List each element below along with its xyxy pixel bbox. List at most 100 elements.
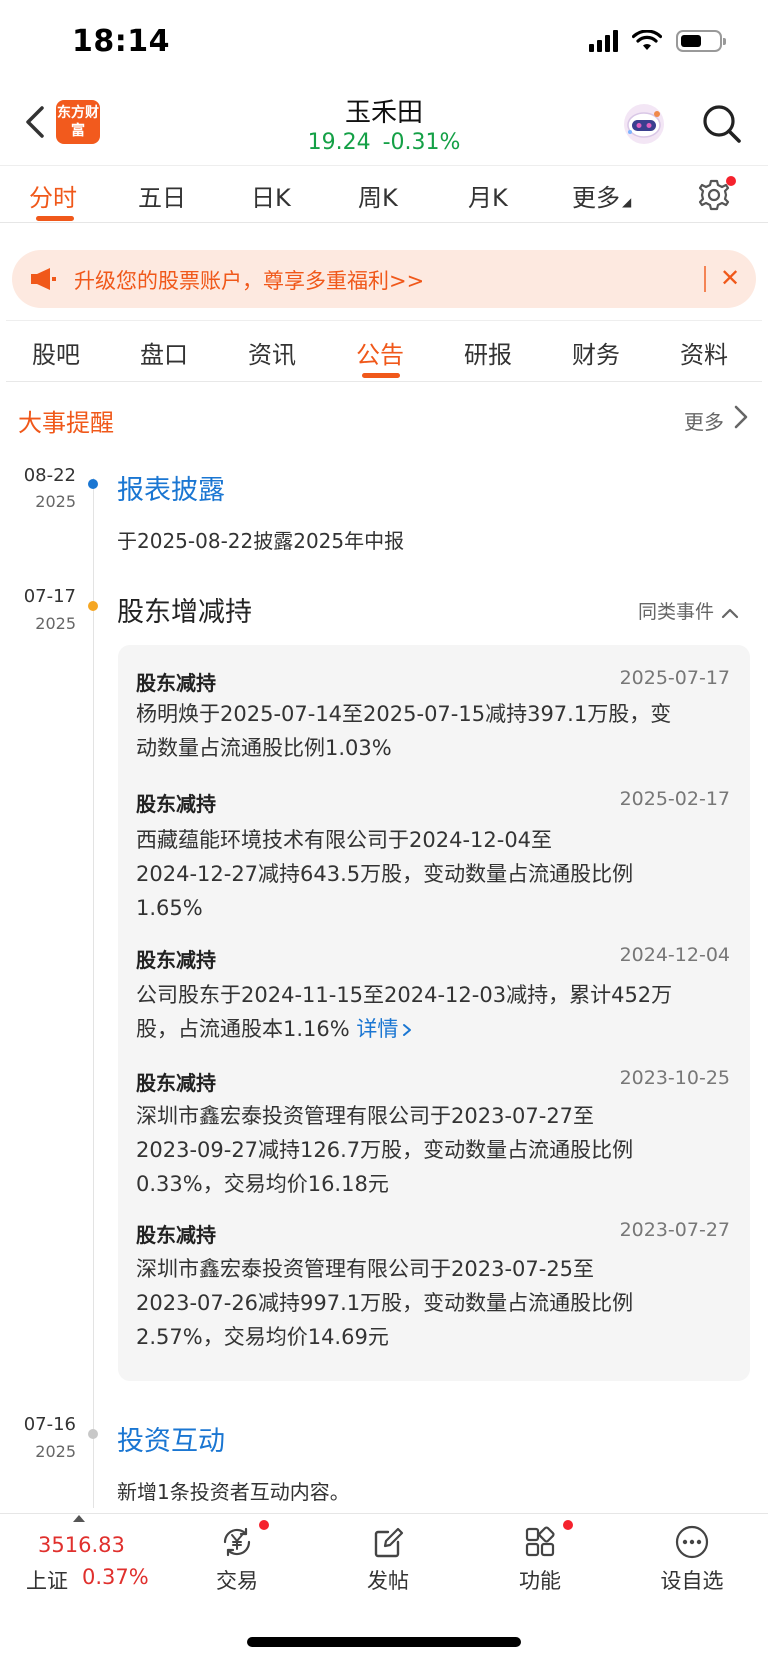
chart-period-tabs: 分时 五日 日K 周K 月K 更多 ◢: [0, 165, 768, 223]
timeline-desc: 于2025-08-22披露2025年中报: [117, 529, 405, 553]
event-text: 深圳市鑫宏泰投资管理有限公司于2023-07-27至 2023-09-27减持1…: [136, 1099, 732, 1201]
more-dots-icon: [675, 1525, 709, 1559]
nav-trade[interactable]: 交易: [182, 1520, 292, 1600]
promo-text: 升级您的股票账户，尊享多重福利>>: [74, 269, 425, 293]
event-line: 深圳市鑫宏泰投资管理有限公司于2023-07-25至: [136, 1257, 595, 1281]
event-line: 股，占流通股本1.16% 详情: [136, 1012, 732, 1046]
events-card: 股东减持 2025-07-17 杨明焕于2025-07-14至2025-07-1…: [118, 645, 750, 1381]
ai-assistant-button[interactable]: [622, 102, 666, 146]
nav-add-watchlist[interactable]: 设自选: [637, 1520, 747, 1600]
chevron-right-icon: [403, 1024, 412, 1036]
event-date: 2023-10-25: [619, 1067, 730, 1089]
details-label: 详情: [356, 1017, 399, 1041]
robot-avatar-icon: [624, 104, 664, 144]
event-date: 2025-07-17: [619, 667, 730, 689]
stock-price: 19.24: [307, 130, 371, 155]
timeline-year: 2025: [35, 614, 76, 633]
timeline-dot: [88, 601, 98, 611]
event-text: 公司股东于2024-11-15至2024-12-03减持，累计452万 股，占流…: [136, 978, 732, 1046]
event-type: 股东减持: [136, 1223, 216, 1247]
tab-research[interactable]: 研报: [464, 335, 512, 370]
promo-banner[interactable]: 升级您的股票账户，尊享多重福利>> ✕: [12, 250, 756, 308]
timeline-dot: [88, 1429, 98, 1439]
event-line: 公司股东于2024-11-15至2024-12-03减持，累计452万: [136, 983, 673, 1007]
event-text: 西藏蕴能环境技术有限公司于2024-12-04至 2024-12-27减持643…: [136, 823, 732, 925]
active-tab-indicator: [36, 216, 74, 221]
tab-daily-k[interactable]: 日K: [251, 178, 291, 213]
wifi-icon: [632, 30, 662, 50]
section-more-link[interactable]: 更多: [684, 406, 724, 435]
timeline-date: 08-22: [23, 465, 76, 486]
tab-news[interactable]: 资讯: [248, 335, 296, 370]
event-line: 动数量占流通股比例1.03%: [136, 736, 392, 760]
nav-label: 功能: [519, 1569, 561, 1593]
similar-events-label: 同类事件: [638, 601, 715, 623]
details-link[interactable]: 详情: [356, 1017, 413, 1041]
event-text: 杨明焕于2025-07-14至2025-07-15减持397.1万股，变 动数量…: [136, 697, 732, 765]
tab-more[interactable]: 更多 ◢: [572, 178, 631, 213]
notification-dot: [726, 176, 736, 186]
tab-orderbook[interactable]: 盘口: [140, 335, 188, 370]
chevron-up-icon: [721, 608, 739, 618]
tab-monthly-k[interactable]: 月K: [468, 178, 508, 213]
event-text: 深圳市鑫宏泰投资管理有限公司于2023-07-25至 2023-07-26减持9…: [136, 1252, 732, 1354]
stock-header: 东方财富 玉禾田 19.24 -0.31%: [0, 90, 768, 162]
index-value[interactable]: 3516.83: [38, 1533, 125, 1557]
notification-dot: [563, 1520, 573, 1530]
event-line: 0.33%，交易均价16.18元: [136, 1172, 389, 1196]
timeline-desc: 新增1条投资者互动内容。: [117, 1480, 350, 1504]
megaphone-icon: [31, 268, 56, 290]
close-icon[interactable]: ✕: [720, 262, 740, 294]
event-line: 杨明焕于2025-07-14至2025-07-15减持397.1万股，变: [136, 702, 672, 726]
event-line-text: 股，占流通股本1.16%: [136, 1017, 350, 1041]
event-line: 1.65%: [136, 896, 203, 920]
search-button[interactable]: [700, 102, 744, 146]
index-name[interactable]: 上证: [26, 1565, 68, 1595]
tab-financials[interactable]: 财务: [572, 335, 620, 370]
nav-label: 发帖: [367, 1569, 409, 1593]
tab-forum[interactable]: 股吧: [32, 335, 80, 370]
event-line: 2024-12-27减持643.5万股，变动数量占流通股比例: [136, 862, 634, 886]
tab-weekly-k[interactable]: 周K: [358, 178, 398, 213]
status-icons: [589, 30, 726, 52]
home-indicator[interactable]: [247, 1637, 521, 1647]
chart-settings-button[interactable]: [694, 175, 736, 215]
tab-profile[interactable]: 资料: [680, 335, 728, 370]
timeline-year: 2025: [35, 492, 76, 511]
timeline-line: [93, 478, 94, 1508]
timeline-date: 07-16: [23, 1414, 76, 1435]
nav-label: 设自选: [660, 1569, 724, 1593]
index-change[interactable]: 0.37%: [82, 1565, 149, 1589]
content-tabs: 股吧 盘口 资讯 公告 研报 财务 资料: [6, 320, 762, 382]
caret-up-icon[interactable]: [73, 1515, 85, 1522]
event-type: 股东减持: [136, 671, 216, 695]
caret-down-icon: ◢: [622, 195, 632, 209]
nav-functions[interactable]: 功能: [485, 1520, 595, 1600]
event-date: 2025-02-17: [619, 788, 730, 810]
status-bar: 18:14: [0, 0, 768, 90]
timeline-year: 2025: [35, 1442, 76, 1461]
event-line: 西藏蕴能环境技术有限公司于2024-12-04至: [136, 828, 553, 852]
search-icon: [703, 105, 741, 143]
notification-dot: [259, 1520, 269, 1530]
event-line: 深圳市鑫宏泰投资管理有限公司于2023-07-27至: [136, 1104, 595, 1128]
status-time: 18:14: [72, 24, 170, 59]
timeline-date: 07-17: [23, 586, 76, 607]
event-date: 2023-07-27: [619, 1219, 730, 1241]
tab-more-label: 更多: [572, 184, 620, 212]
event-type: 股东减持: [136, 948, 216, 972]
yen-cycle-icon: [223, 1527, 251, 1557]
event-line: 2023-09-27减持126.7万股，变动数量占流通股比例: [136, 1138, 634, 1162]
nav-post[interactable]: 发帖: [333, 1520, 443, 1600]
timeline-title[interactable]: 报表披露: [117, 468, 225, 507]
similar-events-toggle[interactable]: 同类事件: [638, 597, 740, 624]
event-line: 2.57%，交易均价14.69元: [136, 1325, 389, 1349]
nav-label: 交易: [216, 1569, 258, 1593]
chevron-right-icon[interactable]: [733, 404, 749, 430]
tab-five-day[interactable]: 五日: [138, 178, 186, 213]
timeline-title: 股东增减持: [117, 597, 252, 628]
tab-announcements[interactable]: 公告: [356, 335, 404, 370]
active-tab-indicator: [362, 373, 400, 378]
timeline-title[interactable]: 投资互动: [117, 1419, 225, 1458]
tab-intraday[interactable]: 分时: [29, 178, 77, 213]
